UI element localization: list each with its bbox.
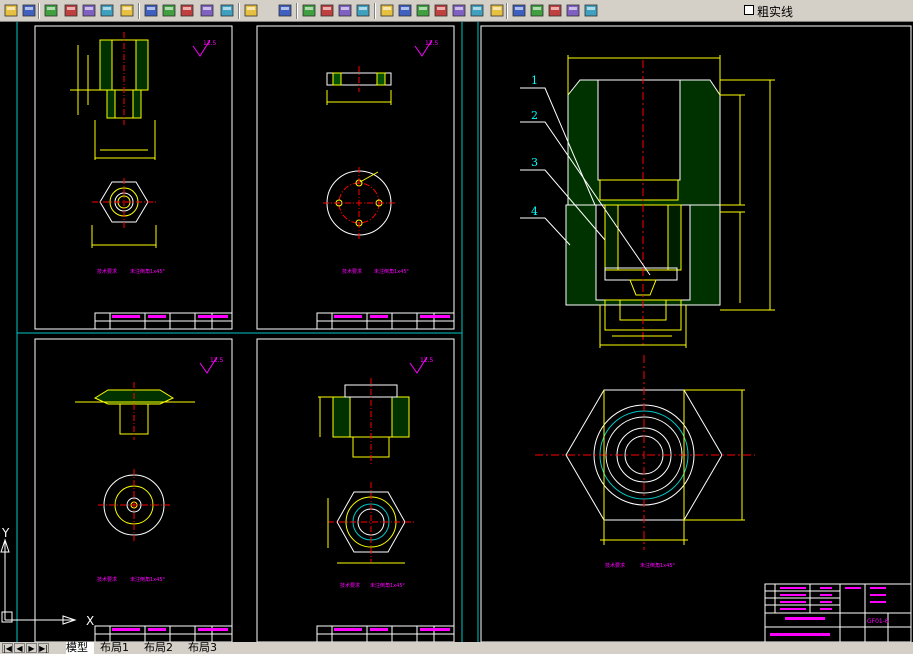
tool-palettes-icon[interactable]: [414, 2, 432, 19]
sheet-set-icon[interactable]: [432, 2, 450, 19]
toolbar-separator: [374, 3, 376, 19]
svg-text:3: 3: [531, 156, 538, 169]
copy-icon[interactable]: [160, 2, 178, 19]
new-icon[interactable]: [2, 2, 20, 19]
plot-preview-icon[interactable]: [80, 2, 98, 19]
svg-text:1: 1: [531, 74, 538, 87]
match-properties-icon[interactable]: [198, 2, 216, 19]
svg-text:技术要求: 技术要求: [340, 582, 360, 589]
last-tab-button[interactable]: ▶|: [38, 643, 49, 653]
print-icon[interactable]: [62, 2, 80, 19]
toolbar-separator: [138, 3, 140, 19]
svg-text:未注倒角1x45°: 未注倒角1x45°: [374, 268, 410, 275]
svg-text:未注倒角1x45°: 未注倒角1x45°: [130, 268, 166, 275]
zoom-previous-icon[interactable]: [354, 2, 372, 19]
svg-text:技术要求: 技术要求: [97, 268, 117, 275]
tab-layout3[interactable]: 布局3: [188, 642, 224, 654]
svg-text:未注倒角1x45°: 未注倒角1x45°: [130, 576, 166, 583]
bulb-icon[interactable]: [528, 2, 546, 19]
zoom-window-icon[interactable]: [336, 2, 354, 19]
toolbar-separator: [238, 3, 240, 19]
zoom-realtime-icon[interactable]: [318, 2, 336, 19]
tab-layout1[interactable]: 布局1: [100, 642, 138, 654]
redo-icon[interactable]: [276, 2, 294, 19]
cut-icon[interactable]: [142, 2, 160, 19]
block-editor-icon[interactable]: [218, 2, 236, 19]
tab-layout2[interactable]: 布局2: [144, 642, 182, 654]
quickcalc-icon[interactable]: [468, 2, 486, 19]
ucs-x-label: X: [86, 614, 94, 628]
tab-model[interactable]: 模型: [66, 642, 94, 654]
drawing-area[interactable]: GF01-6 技术要求 未注倒角1x45° 技术要求 未注倒角1x45° 技术要…: [0, 22, 913, 642]
layers-icon[interactable]: [510, 2, 528, 19]
svg-text:2: 2: [531, 109, 538, 122]
prev-tab-button[interactable]: ◀: [14, 643, 25, 653]
first-tab-button[interactable]: |◀: [2, 643, 13, 653]
toolbar-separator: [296, 3, 298, 19]
ucs-y-label: Y: [1, 526, 10, 540]
next-tab-button[interactable]: ▶: [26, 643, 37, 653]
design-center-icon[interactable]: [396, 2, 414, 19]
open-icon[interactable]: [20, 2, 38, 19]
svg-text:技术要求: 技术要求: [342, 268, 362, 275]
paste-icon[interactable]: [178, 2, 196, 19]
toolbar-separator: [38, 3, 40, 19]
svg-text:技术要求: 技术要求: [605, 562, 625, 569]
markup-icon[interactable]: [450, 2, 468, 19]
pan-icon[interactable]: [300, 2, 318, 19]
svg-text:技术要求: 技术要求: [97, 576, 117, 583]
properties-icon[interactable]: [378, 2, 396, 19]
undo-icon[interactable]: [242, 2, 260, 19]
publish-icon[interactable]: [98, 2, 116, 19]
layout-tab-bar: |◀ ◀ ▶ ▶| 模型 布局1 布局2 布局3: [0, 642, 913, 654]
save-icon[interactable]: [42, 2, 60, 19]
lock-icon[interactable]: [582, 2, 600, 19]
help-icon[interactable]: [488, 2, 506, 19]
svg-text:4: 4: [531, 205, 538, 218]
lineweight-label[interactable]: 粗实线: [757, 3, 793, 20]
freeze-icon[interactable]: [564, 2, 582, 19]
toolbar-separator: [506, 3, 508, 19]
lineweight-checkbox[interactable]: [744, 5, 754, 15]
3d-dwf-icon[interactable]: [118, 2, 136, 19]
title-block-drawing-no: GF01-6: [867, 618, 889, 625]
svg-text:未注倒角1x45°: 未注倒角1x45°: [370, 582, 406, 589]
sun-icon[interactable]: [546, 2, 564, 19]
svg-text:未注倒角1x45°: 未注倒角1x45°: [640, 562, 676, 569]
